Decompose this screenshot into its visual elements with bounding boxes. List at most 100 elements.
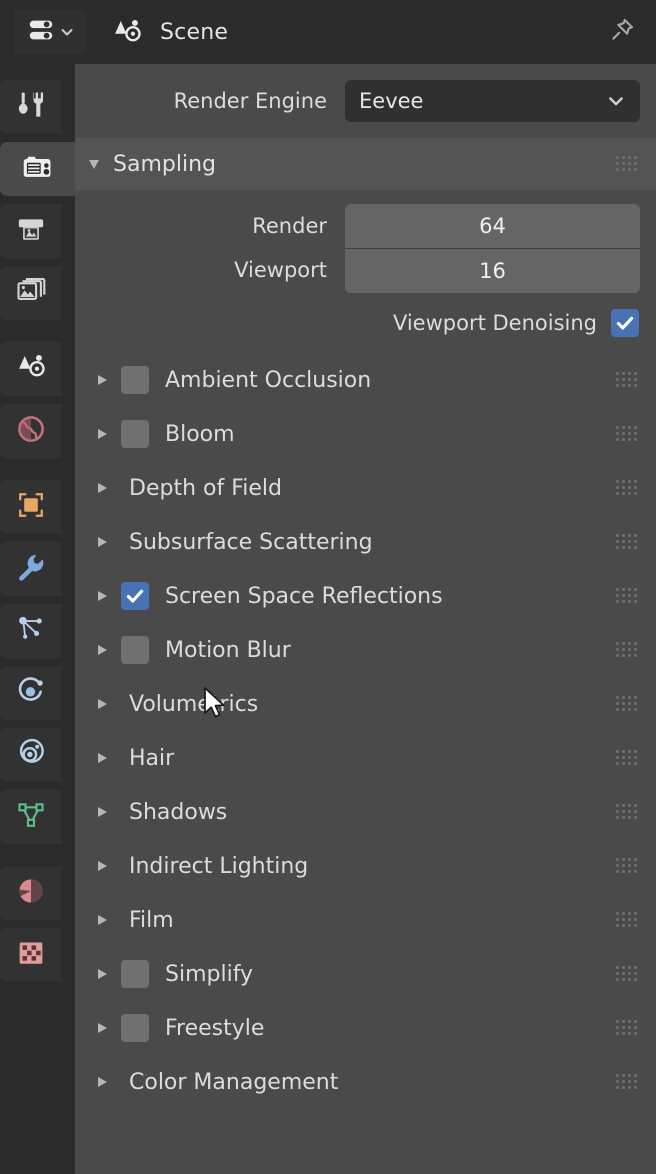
panel-checkbox-screen-space-reflections[interactable] (121, 582, 149, 610)
sidebar-item-view-layer[interactable] (0, 266, 62, 320)
panel-header-film[interactable]: Film (75, 893, 656, 947)
panel-checkbox-ambient-occlusion[interactable] (121, 366, 149, 394)
triangle-right-icon (89, 429, 115, 439)
sidebar-item-scene[interactable] (0, 342, 62, 396)
panel-header-ambient-occlusion[interactable]: Ambient Occlusion (75, 353, 656, 407)
panel-header-volumetrics[interactable]: Volumetrics (75, 677, 656, 731)
triangle-right-icon (89, 645, 115, 655)
panel-title: Ambient Occlusion (165, 367, 372, 393)
viewport-denoising-label: Viewport Denoising (392, 311, 597, 335)
panel-checkbox-simplify[interactable] (121, 960, 149, 988)
render-engine-label: Render Engine (173, 89, 327, 113)
triangle-right-icon (89, 537, 115, 547)
sampling-value-stack: 64 16 (345, 204, 640, 293)
camera-back-icon (20, 149, 56, 189)
panel-header-color-management[interactable]: Color Management (75, 1055, 656, 1109)
panel-title: Shadows (129, 799, 228, 825)
render-engine-row: Render Engine Eevee (75, 64, 656, 138)
scene-cone-sphere-icon (14, 350, 48, 388)
panel-checkbox-bloom[interactable] (121, 420, 149, 448)
mesh-data-icon (14, 798, 48, 836)
sidebar-item-object[interactable] (0, 480, 62, 534)
panel-header-shadows[interactable]: Shadows (75, 785, 656, 839)
drag-grip-icon[interactable] (616, 858, 638, 874)
triangle-right-icon (89, 1077, 115, 1087)
panel-title: Film (129, 907, 174, 933)
panel-title: Bloom (165, 421, 235, 447)
sidebar-item-output[interactable] (0, 204, 62, 258)
drag-grip-icon[interactable] (616, 804, 638, 820)
checkbox-checked-icon (616, 316, 634, 330)
panel-checkbox-motion-blur[interactable] (121, 636, 149, 664)
drag-grip-icon[interactable] (616, 750, 638, 766)
sidebar-item-object-constraints[interactable] (0, 728, 62, 782)
panel-header-sampling[interactable]: Sampling (75, 138, 656, 190)
sampling-viewport-input[interactable]: 16 (345, 248, 640, 293)
panel-checkbox-freestyle[interactable] (121, 1014, 149, 1042)
panel-header-subsurface-scattering[interactable]: Subsurface Scattering (75, 515, 656, 569)
sampling-field-labels: Render Viewport (91, 204, 345, 292)
editor-type-selector[interactable] (14, 9, 86, 55)
panel-header-simplify[interactable]: Simplify (75, 947, 656, 1001)
sampling-viewport-label: Viewport (234, 258, 327, 282)
sidebar-item-tool[interactable] (0, 80, 62, 134)
sidebar-item-material[interactable] (0, 866, 62, 920)
panel-header-hair[interactable]: Hair (75, 731, 656, 785)
panel-title: Freestyle (165, 1015, 265, 1041)
wrench-icon (14, 550, 48, 588)
panel-title: Volumetrics (129, 691, 259, 717)
sidebar-item-physics[interactable] (0, 666, 62, 720)
triangle-right-icon (89, 375, 115, 385)
viewport-denoising-row: Viewport Denoising (91, 309, 640, 337)
triangle-right-icon (89, 969, 115, 979)
drag-grip-icon[interactable] (616, 588, 638, 604)
drag-grip-icon[interactable] (616, 1020, 638, 1036)
triangle-down-icon (89, 159, 99, 169)
sidebar-item-texture[interactable] (0, 928, 62, 982)
panel-header-motion-blur[interactable]: Motion Blur (75, 623, 656, 677)
drag-grip-icon[interactable] (616, 912, 638, 928)
drag-grip-icon[interactable] (616, 1074, 638, 1090)
drag-grip-icon[interactable] (616, 966, 638, 982)
sidebar-item-world[interactable] (0, 404, 62, 458)
sidebar-item-particles[interactable] (0, 604, 62, 658)
triangle-right-icon (89, 591, 115, 601)
render-engine-dropdown[interactable]: Eevee (345, 80, 640, 122)
triangle-right-icon (89, 807, 115, 817)
collapsed-panel-list: Ambient Occlusion Bloom Depth of Field Subs… (75, 353, 656, 1109)
particles-icon (14, 612, 48, 650)
drag-grip-icon[interactable] (616, 642, 638, 658)
drag-grip-icon[interactable] (616, 372, 638, 388)
sidebar-item-render[interactable] (0, 142, 75, 196)
panel-title: Indirect Lighting (129, 853, 309, 879)
panel-header-indirect-lighting[interactable]: Indirect Lighting (75, 839, 656, 893)
triangle-right-icon (89, 1023, 115, 1033)
triangle-right-icon (89, 699, 115, 709)
sidebar-item-modifiers[interactable] (0, 542, 62, 596)
triangle-right-icon (89, 915, 115, 925)
panel-title: Motion Blur (165, 637, 291, 663)
pin-button[interactable] (604, 14, 640, 50)
render-engine-value: Eevee (359, 89, 424, 113)
panel-header-depth-of-field[interactable]: Depth of Field (75, 461, 656, 515)
drag-grip-icon[interactable] (616, 534, 638, 550)
sampling-render-input[interactable]: 64 (345, 204, 640, 248)
drag-grip-icon[interactable] (616, 696, 638, 712)
sampling-fields: Render Viewport 64 16 (91, 204, 640, 293)
drag-grip-icon[interactable] (616, 426, 638, 442)
pin-icon (608, 16, 636, 48)
drag-grip-icon[interactable] (616, 156, 638, 172)
panel-header-freestyle[interactable]: Freestyle (75, 1001, 656, 1055)
panel-header-bloom[interactable]: Bloom (75, 407, 656, 461)
viewport-denoising-checkbox[interactable] (611, 309, 639, 337)
panel-header-screen-space-reflections[interactable]: Screen Space Reflections (75, 569, 656, 623)
properties-content: Render Engine Eevee Sampling Render View… (75, 64, 656, 1174)
checkbox-checked-icon (126, 589, 144, 603)
sidebar-item-object-data[interactable] (0, 790, 62, 844)
triangle-right-icon (89, 861, 115, 871)
printer-icon (14, 212, 48, 250)
panel-title: Color Management (129, 1069, 339, 1095)
panel-title: Depth of Field (129, 475, 282, 501)
drag-grip-icon[interactable] (616, 480, 638, 496)
panel-title: Hair (129, 745, 175, 771)
